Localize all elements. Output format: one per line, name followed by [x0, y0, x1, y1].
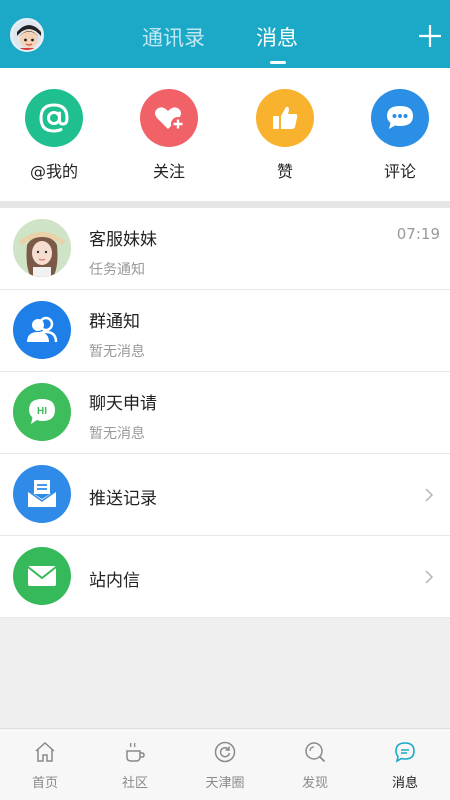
home-icon	[35, 741, 55, 762]
list-item-title: 聊天申请	[89, 394, 157, 414]
list-item-title: 推送记录	[89, 489, 157, 509]
list-item-title: 群通知	[89, 312, 140, 332]
message-icon	[395, 742, 415, 763]
message-list: 客服妹妹 任务通知 07:19 群通知 暂无消息 HI 聊天申请 暂无消息 推送…	[0, 208, 450, 618]
quick-action-likes[interactable]: 赞	[240, 89, 330, 182]
list-item-group-notice[interactable]: 群通知 暂无消息	[0, 290, 450, 372]
list-item-site-mail[interactable]: 站内信	[0, 536, 450, 618]
plus-icon	[419, 25, 441, 47]
quick-action-label: 赞	[276, 162, 293, 181]
quick-action-follow[interactable]: 关注	[124, 89, 214, 182]
nav-label: 首页	[31, 776, 58, 791]
add-button[interactable]	[416, 22, 444, 50]
group-icon	[13, 301, 71, 359]
quick-action-mentions[interactable]: @我的	[9, 89, 99, 182]
quick-action-comments[interactable]: 评论	[355, 89, 445, 182]
nav-label: 消息	[391, 776, 418, 791]
heart-plus-icon	[140, 89, 198, 147]
list-item-push-records[interactable]: 推送记录	[0, 454, 450, 536]
nav-home[interactable]: 首页	[0, 729, 90, 800]
envelope-icon	[13, 547, 71, 605]
tab-messages[interactable]: 消息	[256, 22, 298, 52]
list-item-customer-service[interactable]: 客服妹妹 任务通知 07:19	[0, 208, 450, 290]
list-item-title: 站内信	[89, 571, 140, 591]
list-item-subtitle: 暂无消息	[89, 426, 145, 442]
hi-chat-icon: HI	[13, 383, 71, 441]
chevron-right-icon	[425, 488, 434, 502]
chevron-right-icon	[425, 570, 434, 584]
quick-actions: @我的 关注 赞 评论	[0, 68, 450, 201]
search-icon	[305, 742, 326, 763]
comment-icon	[371, 89, 429, 147]
nav-label: 发现	[301, 776, 328, 791]
quick-action-label: @我的	[29, 162, 78, 181]
thumbs-up-icon	[256, 89, 314, 147]
list-item-subtitle: 暂无消息	[89, 344, 145, 360]
refresh-circle-icon	[214, 741, 236, 763]
active-tab-indicator	[270, 61, 286, 64]
tab-contacts[interactable]: 通讯录	[142, 22, 205, 52]
avatar	[13, 219, 71, 277]
list-item-time: 07:19	[396, 225, 440, 243]
quick-action-label: 评论	[383, 162, 416, 181]
cup-icon	[126, 742, 145, 762]
nav-label: 天津圈	[205, 776, 245, 791]
section-divider	[0, 201, 450, 208]
quick-action-label: 关注	[152, 162, 185, 181]
nav-label: 社区	[121, 776, 148, 791]
svg-text:HI: HI	[37, 406, 47, 417]
list-item-subtitle: 任务通知	[89, 262, 145, 278]
bottom-nav: 首页 社区 天津圈 发现 消息	[0, 728, 450, 800]
girl-photo-icon	[13, 219, 71, 277]
nav-messages[interactable]: 消息	[360, 729, 450, 800]
list-item-title: 客服妹妹	[89, 230, 157, 250]
list-item-chat-request[interactable]: HI 聊天申请 暂无消息	[0, 372, 450, 454]
inbox-icon	[13, 465, 71, 523]
nav-discover[interactable]: 发现	[270, 729, 360, 800]
nav-community[interactable]: 社区	[90, 729, 180, 800]
at-icon	[25, 89, 83, 147]
nav-tianjin-circle[interactable]: 天津圈	[180, 729, 270, 800]
top-bar: 通讯录 消息	[0, 0, 450, 68]
